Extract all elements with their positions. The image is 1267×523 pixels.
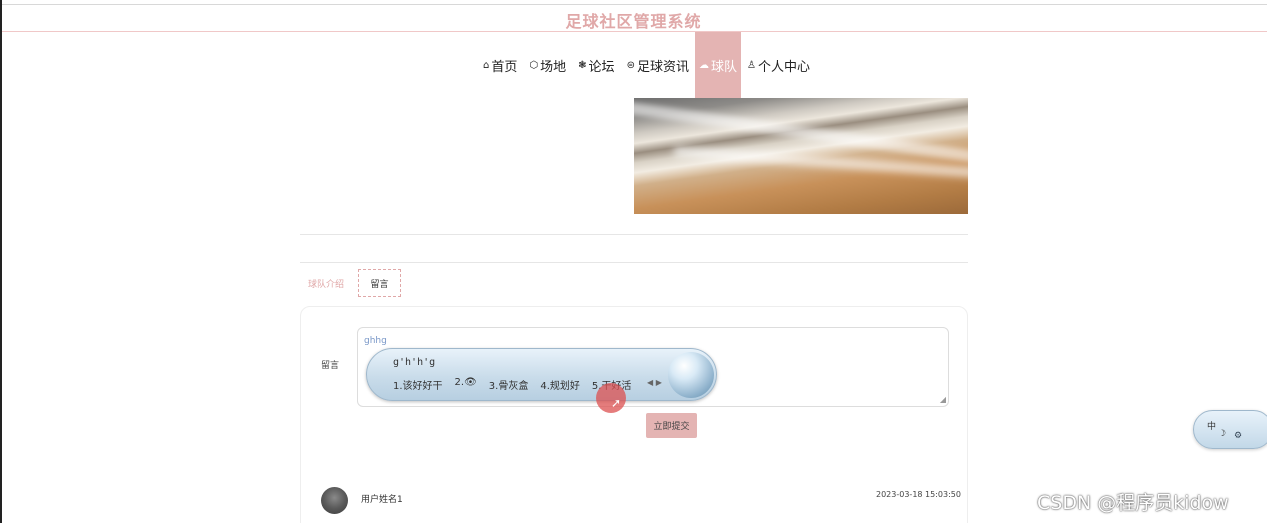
- ime-page-arrows-icon[interactable]: ◀ ▶: [647, 378, 662, 387]
- section-divider: [300, 234, 968, 235]
- message-label: 留言: [321, 361, 340, 371]
- ime-candidate[interactable]: 2.👁: [455, 377, 477, 392]
- ime-candidate-list: 1.该好好干 2.👁 3.骨灰盒 4.规划好 5.干好活: [393, 377, 631, 392]
- avatar: [321, 487, 348, 514]
- nav-item-venue[interactable]: ⬡ 场地: [523, 32, 572, 98]
- news-icon: ⊜: [626, 59, 635, 71]
- nav-item-profile[interactable]: ♙ 个人中心: [741, 32, 816, 98]
- nav-item-label: 场地: [540, 59, 567, 75]
- gear-icon[interactable]: ⚙: [1234, 431, 1242, 441]
- ime-candidate-window: g'h'h'g 1.该好好干 2.👁 3.骨灰盒 4.规划好 5.干好活 ◀ ▶: [366, 348, 717, 401]
- snowflake-icon: ❃: [578, 59, 587, 71]
- cube-icon: ⬡: [529, 59, 539, 71]
- nav-item-label: 首页: [491, 59, 518, 75]
- cloud-icon: ☁: [698, 59, 709, 71]
- nav-item-news[interactable]: ⊜ 足球资讯: [621, 32, 695, 98]
- home-icon: ⌂: [483, 59, 490, 71]
- ime-mode-indicator[interactable]: 中: [1207, 419, 1216, 432]
- top-divider: [2, 4, 1267, 5]
- nav-item-label: 足球资讯: [636, 59, 689, 75]
- team-banner-image: [634, 98, 968, 214]
- tab-team-intro[interactable]: 球队介绍: [308, 277, 344, 290]
- nav-item-label: 论坛: [588, 59, 615, 75]
- ime-candidate[interactable]: 4.规划好: [540, 377, 580, 392]
- submit-button[interactable]: 立即提交: [646, 413, 697, 438]
- section-divider: [300, 262, 968, 263]
- ime-status-bar[interactable]: 中 ☽ ⚙: [1193, 410, 1267, 449]
- comment-timestamp: 2023-03-18 15:03:50: [876, 490, 961, 499]
- resize-grip-icon[interactable]: ◢: [940, 395, 946, 404]
- moon-icon[interactable]: ☽: [1218, 429, 1226, 439]
- mouse-pointer-icon: ➚: [611, 396, 622, 410]
- user-icon: ♙: [746, 59, 756, 71]
- ime-candidate[interactable]: 1.该好好干: [393, 377, 443, 392]
- nav-item-forum[interactable]: ❃ 论坛: [572, 32, 620, 98]
- main-nav: ⌂ 首页 ⬡ 场地 ❃ 论坛 ⊜ 足球资讯 ☁ 球队 ♙ 个人中心: [0, 32, 1267, 98]
- nav-item-home[interactable]: ⌂ 首页: [477, 32, 523, 98]
- watermark: CSDN @程序员kidow: [1037, 492, 1229, 514]
- ime-pinyin: g'h'h'g: [393, 357, 436, 368]
- nav-item-label: 个人中心: [757, 59, 810, 75]
- nav-item-label: 球队: [710, 59, 737, 75]
- comment-username: 用户姓名1: [361, 495, 403, 505]
- nav-item-team[interactable]: ☁ 球队: [694, 32, 741, 98]
- tab-message[interactable]: 留言: [358, 269, 401, 297]
- ime-candidate[interactable]: 3.骨灰盒: [489, 377, 529, 392]
- typed-text: ghhg: [364, 336, 387, 346]
- site-title: 足球社区管理系统: [565, 12, 702, 31]
- ime-skin-bubble: [668, 352, 714, 398]
